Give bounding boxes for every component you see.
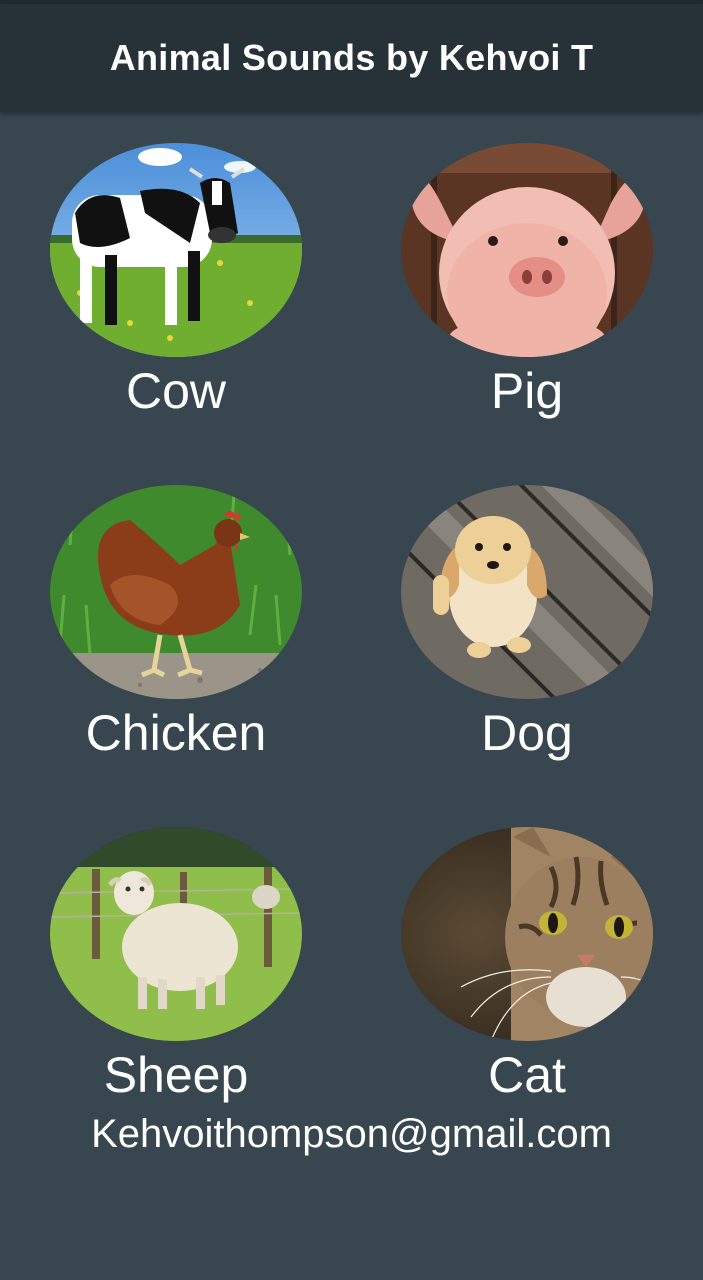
animal-label-dog: Dog bbox=[481, 705, 573, 761]
animal-label-cat: Cat bbox=[488, 1047, 566, 1103]
pig-image[interactable] bbox=[401, 143, 653, 357]
cat-image[interactable] bbox=[401, 827, 653, 1041]
animal-button-pig[interactable]: Pig bbox=[401, 143, 653, 419]
cow-image[interactable] bbox=[50, 143, 302, 357]
animal-button-dog[interactable]: Dog bbox=[401, 485, 653, 761]
animal-button-chicken[interactable]: Chicken bbox=[50, 485, 302, 761]
animal-label-sheep: Sheep bbox=[103, 1047, 249, 1103]
animal-label-pig: Pig bbox=[490, 363, 564, 419]
animal-button-sheep[interactable]: Sheep bbox=[50, 827, 302, 1103]
app-title: Animal Sounds by Kehvoi T bbox=[109, 37, 594, 78]
app-bar: Animal Sounds by Kehvoi T bbox=[0, 4, 703, 112]
animal-button-cat[interactable]: Cat bbox=[401, 827, 653, 1103]
contact-email: Kehvoithompson@gmail.com bbox=[91, 1112, 612, 1156]
chicken-image[interactable] bbox=[50, 485, 302, 699]
animal-label-chicken: Chicken bbox=[85, 705, 267, 761]
dog-image[interactable] bbox=[401, 485, 653, 699]
sheep-image[interactable] bbox=[50, 827, 302, 1041]
animal-label-cow: Cow bbox=[125, 363, 227, 419]
animal-button-cow[interactable]: Cow bbox=[50, 143, 302, 419]
